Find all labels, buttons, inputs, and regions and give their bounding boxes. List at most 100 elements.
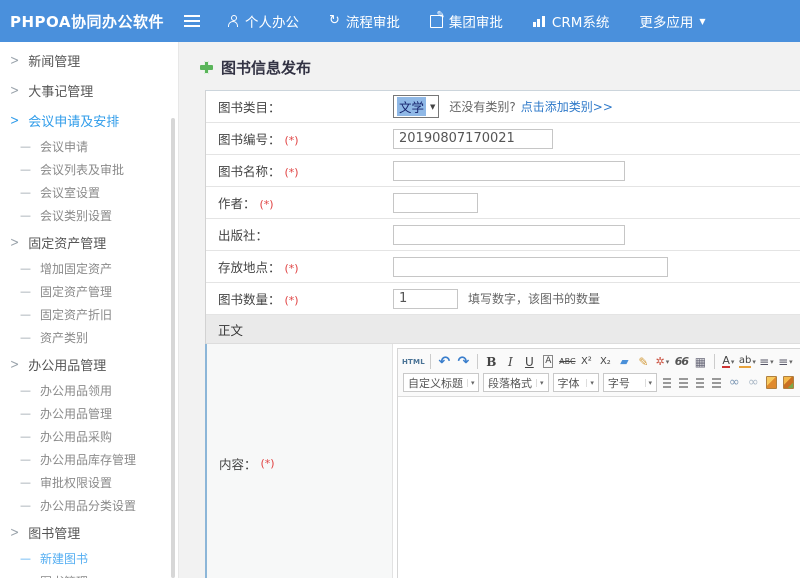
form-row: 图书类目：文学▼还没有类别?点击添加类别>> bbox=[206, 91, 800, 123]
insert-image-icon[interactable] bbox=[766, 376, 777, 389]
top-bar: PHPOA协同办公软件 个人办公↻流程审批集团审批CRM系统更多应用▼ bbox=[0, 0, 800, 42]
ordered-list-icon[interactable]: ≡▾ bbox=[758, 353, 775, 370]
bold-icon[interactable]: B bbox=[483, 353, 500, 370]
sidebar-item-sub[interactable]: —会议列表及审批 bbox=[0, 158, 178, 181]
sidebar-item-label: 办公用品分类设置 bbox=[40, 497, 136, 514]
add-category-link[interactable]: 点击添加类别>> bbox=[521, 98, 613, 115]
custom-title-select[interactable]: 自定义标题▾ bbox=[403, 373, 479, 392]
author-input[interactable] bbox=[393, 193, 478, 213]
publisher-input[interactable] bbox=[393, 225, 625, 245]
topnav-item-label: CRM系统 bbox=[552, 11, 609, 31]
sidebar-item-sub[interactable]: —增加固定资产 bbox=[0, 257, 178, 280]
sidebar-item-section[interactable]: >固定资产管理 bbox=[0, 227, 178, 257]
font-color-icon[interactable]: A▾ bbox=[720, 353, 737, 370]
font-border-icon[interactable]: A bbox=[540, 353, 557, 370]
strikethrough-icon[interactable]: ABC bbox=[559, 353, 576, 370]
topnav-item-label: 流程审批 bbox=[346, 11, 400, 31]
select-value: 字号 bbox=[608, 375, 630, 391]
sidebar-item-label: 大事记管理 bbox=[28, 81, 93, 100]
sidebar-scrollbar[interactable] bbox=[171, 118, 175, 578]
sidebar-item-sub[interactable]: —办公用品库存管理 bbox=[0, 448, 178, 471]
form-row: 作者：(*) bbox=[206, 187, 800, 219]
form-label: 存放地点： bbox=[218, 260, 281, 275]
sidebar-item-section[interactable]: >大事记管理 bbox=[0, 75, 178, 105]
font-size-select[interactable]: 字号▾ bbox=[603, 373, 657, 392]
form-row: 出版社： bbox=[206, 219, 800, 251]
sidebar-item-section[interactable]: >会议申请及安排 bbox=[0, 105, 178, 135]
topnav-item-0[interactable]: 个人办公 bbox=[228, 11, 299, 31]
sidebar-item-label: 会议室设置 bbox=[40, 184, 100, 201]
unlink-icon[interactable]: ∞ bbox=[745, 374, 762, 391]
form-field-cell bbox=[391, 221, 800, 249]
paste-table-icon-glyph: ▦ bbox=[695, 355, 706, 369]
sidebar-item-sub[interactable]: —审批权限设置 bbox=[0, 471, 178, 494]
form-field-cell: 文学▼ 还没有类别? 点击添加类别>> bbox=[391, 91, 800, 122]
chevron-right-icon: > bbox=[10, 112, 19, 128]
highlight-color-icon-glyph: ab bbox=[739, 356, 751, 368]
sidebar-item-sub[interactable]: —固定资产管理 bbox=[0, 280, 178, 303]
topnav-item-1[interactable]: ↻流程审批 bbox=[329, 11, 400, 31]
topnav-item-3[interactable]: CRM系统 bbox=[533, 11, 609, 31]
subscript-icon[interactable]: X₂ bbox=[597, 353, 614, 370]
required-mark: (*) bbox=[285, 294, 299, 307]
dash-icon: — bbox=[20, 163, 31, 176]
highlight-color-icon[interactable]: ab▾ bbox=[739, 353, 756, 370]
editor-content-area[interactable] bbox=[398, 397, 800, 578]
italic-icon-glyph: I bbox=[508, 355, 513, 369]
paragraph-format-select[interactable]: 段落格式▾ bbox=[483, 373, 549, 392]
form-row: 图书数量：(*)填写数字，该图书的数量 bbox=[206, 283, 800, 315]
sidebar-item-sub[interactable]: —固定资产折旧 bbox=[0, 303, 178, 326]
spellcheck-icon[interactable]: ✲▾ bbox=[654, 353, 671, 370]
format-brush-icon[interactable]: ✎ bbox=[635, 353, 652, 370]
sidebar-item-sub[interactable]: —办公用品管理 bbox=[0, 402, 178, 425]
italic-icon[interactable]: I bbox=[502, 353, 519, 370]
insert-map-icon[interactable] bbox=[783, 376, 794, 389]
category-hint: 还没有类别? bbox=[449, 98, 515, 115]
select-value: 字体 bbox=[558, 375, 580, 391]
sidebar-item-section[interactable]: >办公用品管理 bbox=[0, 349, 178, 379]
chevron-right-icon: > bbox=[10, 52, 19, 68]
hamburger-menu-icon[interactable] bbox=[184, 15, 200, 27]
sidebar-item-sub[interactable]: —会议申请 bbox=[0, 135, 178, 158]
undo-icon[interactable]: ↶ bbox=[436, 353, 453, 370]
sidebar-item-sub[interactable]: —办公用品领用 bbox=[0, 379, 178, 402]
unordered-list-icon[interactable]: ≡▾ bbox=[777, 353, 794, 370]
paste-table-icon[interactable]: ▦ bbox=[692, 353, 709, 370]
body-section-header: 正文 bbox=[206, 315, 800, 344]
align-center-icon[interactable] bbox=[679, 378, 687, 388]
chevron-down-icon: ▾ bbox=[536, 379, 544, 387]
align-right-icon[interactable] bbox=[696, 378, 704, 388]
superscript-icon[interactable]: X² bbox=[578, 353, 595, 370]
sidebar-item-sub[interactable]: —图书管理 bbox=[0, 570, 178, 578]
book-name-input[interactable] bbox=[393, 161, 625, 181]
align-justify-icon[interactable] bbox=[712, 378, 720, 388]
sidebar-item-sub[interactable]: —会议类别设置 bbox=[0, 204, 178, 227]
chevron-right-icon: > bbox=[10, 356, 19, 372]
dash-icon: — bbox=[20, 430, 31, 443]
book-category-select[interactable]: 文学▼ bbox=[393, 95, 439, 118]
sidebar-item-sub[interactable]: —办公用品分类设置 bbox=[0, 494, 178, 517]
sidebar-item-label: 新建图书 bbox=[40, 550, 88, 567]
sidebar-item-section[interactable]: >新闻管理 bbox=[0, 45, 178, 75]
quantity-input[interactable] bbox=[393, 289, 458, 309]
sidebar-item-section[interactable]: >图书管理 bbox=[0, 517, 178, 547]
redo-icon[interactable]: ↷ bbox=[455, 353, 472, 370]
font-family-select[interactable]: 字体▾ bbox=[553, 373, 599, 392]
chevron-right-icon: > bbox=[10, 524, 19, 540]
sidebar-item-sub[interactable]: —资产类别 bbox=[0, 326, 178, 349]
link-icon[interactable]: ∞ bbox=[726, 374, 743, 391]
sidebar-item-label: 固定资产管理 bbox=[40, 283, 112, 300]
location-input[interactable] bbox=[393, 257, 668, 277]
underline-icon[interactable]: U bbox=[521, 353, 538, 370]
source-code-button[interactable]: HTML bbox=[402, 353, 425, 370]
sidebar-item-sub[interactable]: —会议室设置 bbox=[0, 181, 178, 204]
sidebar-item-sub[interactable]: —办公用品采购 bbox=[0, 425, 178, 448]
blockquote-icon[interactable]: 66 bbox=[673, 353, 690, 370]
book-no-input[interactable] bbox=[393, 129, 553, 149]
topnav-item-2[interactable]: 集团审批 bbox=[430, 11, 503, 31]
eraser-icon[interactable]: ▰ bbox=[616, 353, 633, 370]
topnav-item-4[interactable]: 更多应用▼ bbox=[639, 11, 705, 31]
align-left-icon[interactable] bbox=[663, 378, 671, 388]
page-title: 图书信息发布 bbox=[221, 57, 311, 78]
sidebar-item-sub[interactable]: —新建图书 bbox=[0, 547, 178, 570]
